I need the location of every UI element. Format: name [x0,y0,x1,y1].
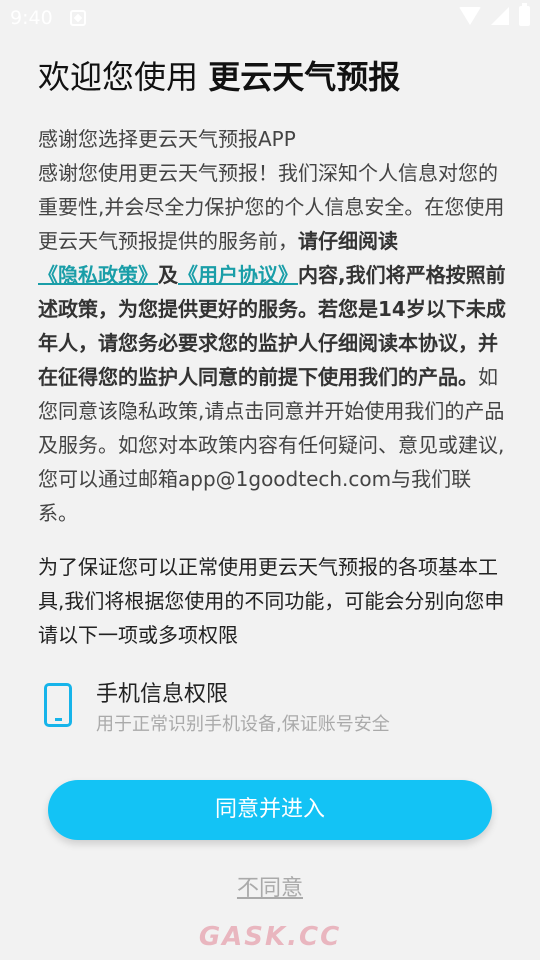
status-time: 9:40 [10,7,53,29]
notice-contact-text: 如您同意该隐私政策,请点击同意并开始使用我们的产品及服务。如您对本政策内容有任何… [38,365,505,525]
privacy-notice: 感谢您选择更云天气预报APP 感谢您使用更云天气预报！我们深知个人信息对您的重要… [38,122,508,530]
watermark: GASK.CC [198,922,342,952]
signal-icon [491,7,509,25]
status-bar: 9:40 [0,0,540,36]
permission-item-phone: 手机信息权限 用于正常识别手机设备,保证账号安全 [44,676,484,736]
battery-icon [519,3,530,26]
disagree-button[interactable]: 不同意 [0,870,540,902]
notice-line-1: 感谢您选择更云天气预报APP [38,127,296,151]
permission-intro: 为了保证您可以正常使用更云天气预报的各项基本工具,我们将根据您使用的不同功能，可… [38,555,505,647]
notice-paragraph: 感谢您使用更云天气预报！我们深知个人信息对您的重要性,并会尽全力保护您的个人信息… [38,156,508,530]
status-icons [459,3,530,26]
wifi-icon [459,7,481,25]
permission-desc: 用于正常识别手机设备,保证账号安全 [96,714,390,735]
notice-text: 感谢您使用更云天气预报！我们深知个人信息对您的重要性,并会尽全力保护您的个人信息… [38,161,505,253]
page-title: 欢迎您使用 更云天气预报 [38,52,400,98]
permission-title: 手机信息权限 [96,682,229,707]
disagree-label[interactable]: 不同意 [237,876,303,901]
notification-icon [70,10,86,26]
title-app-name: 更云天气预报 [208,58,401,96]
title-prefix: 欢迎您使用 [38,58,209,96]
agree-button[interactable]: 同意并进入 [48,780,492,840]
phone-icon [44,683,72,727]
user-agreement-link[interactable]: 《用户协议》 [178,263,298,287]
notice-bold-read: 请仔细阅读 [298,229,398,253]
privacy-policy-link[interactable]: 《隐私政策》 [38,263,158,287]
notice-and: 及 [158,263,178,287]
